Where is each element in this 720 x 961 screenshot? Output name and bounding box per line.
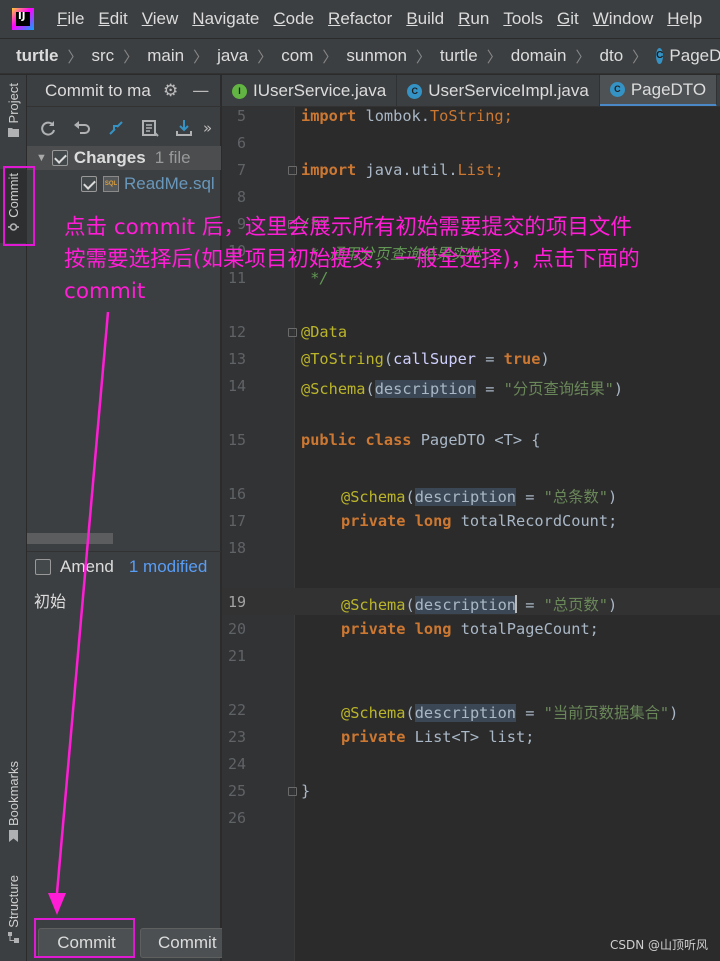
annotation-arrow-icon bbox=[48, 311, 110, 915]
annotation-line-3: commit bbox=[64, 279, 146, 304]
annotation-line-2: 按需要选择后(如果项目初始提交，一般全选择)，点击下面的 bbox=[64, 247, 640, 272]
annotation-line-1: 点击 commit 后，这里会展示所有初始需要提交的项目文件 bbox=[64, 215, 632, 240]
watermark: CSDN @山顶听风 bbox=[609, 938, 708, 952]
annotation-text: 点击 commit 后，这里会展示所有初始需要提交的项目文件 按需要选择后(如果… bbox=[64, 212, 714, 308]
